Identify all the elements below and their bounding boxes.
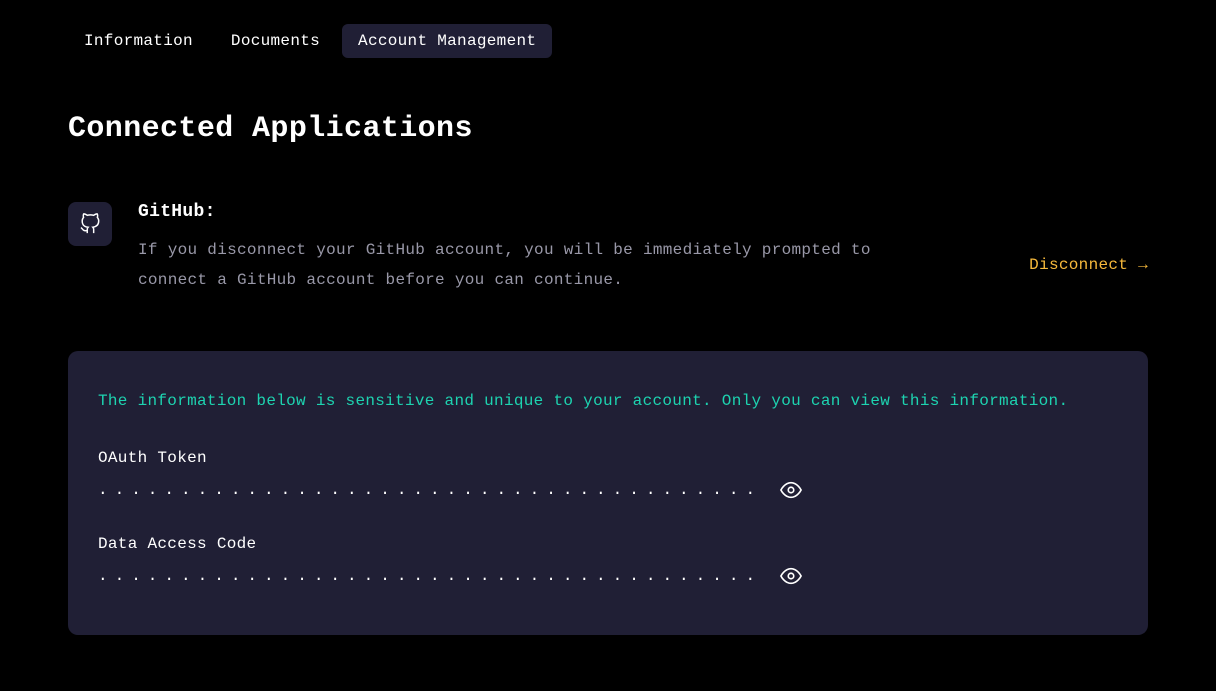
github-icon: [68, 202, 112, 246]
sensitive-note: The information below is sensitive and u…: [98, 387, 1118, 417]
tab-account-management[interactable]: Account Management: [342, 24, 552, 58]
oauth-token-field: OAuth Token ............................…: [98, 449, 1118, 501]
tabs-bar: Information Documents Account Management: [0, 0, 1216, 58]
eye-icon: [780, 479, 802, 501]
tab-documents[interactable]: Documents: [215, 24, 336, 58]
tab-information[interactable]: Information: [68, 24, 209, 58]
oauth-token-masked: ........................................: [98, 482, 762, 498]
oauth-token-label: OAuth Token: [98, 449, 1118, 467]
reveal-oauth-token-button[interactable]: [780, 479, 802, 501]
connected-app-description: If you disconnect your GitHub account, y…: [138, 236, 898, 295]
connected-app-row: GitHub: If you disconnect your GitHub ac…: [0, 146, 1216, 295]
data-access-code-masked: ........................................: [98, 568, 762, 584]
sensitive-panel: The information below is sensitive and u…: [68, 351, 1148, 635]
page-title: Connected Applications: [0, 58, 1216, 146]
eye-icon: [780, 565, 802, 587]
disconnect-button[interactable]: Disconnect →: [1029, 256, 1148, 274]
connected-app-body: GitHub: If you disconnect your GitHub ac…: [138, 202, 1003, 295]
data-access-code-label: Data Access Code: [98, 535, 1118, 553]
data-access-code-field: Data Access Code .......................…: [98, 535, 1118, 587]
connected-app-name: GitHub:: [138, 202, 1003, 222]
reveal-data-access-code-button[interactable]: [780, 565, 802, 587]
